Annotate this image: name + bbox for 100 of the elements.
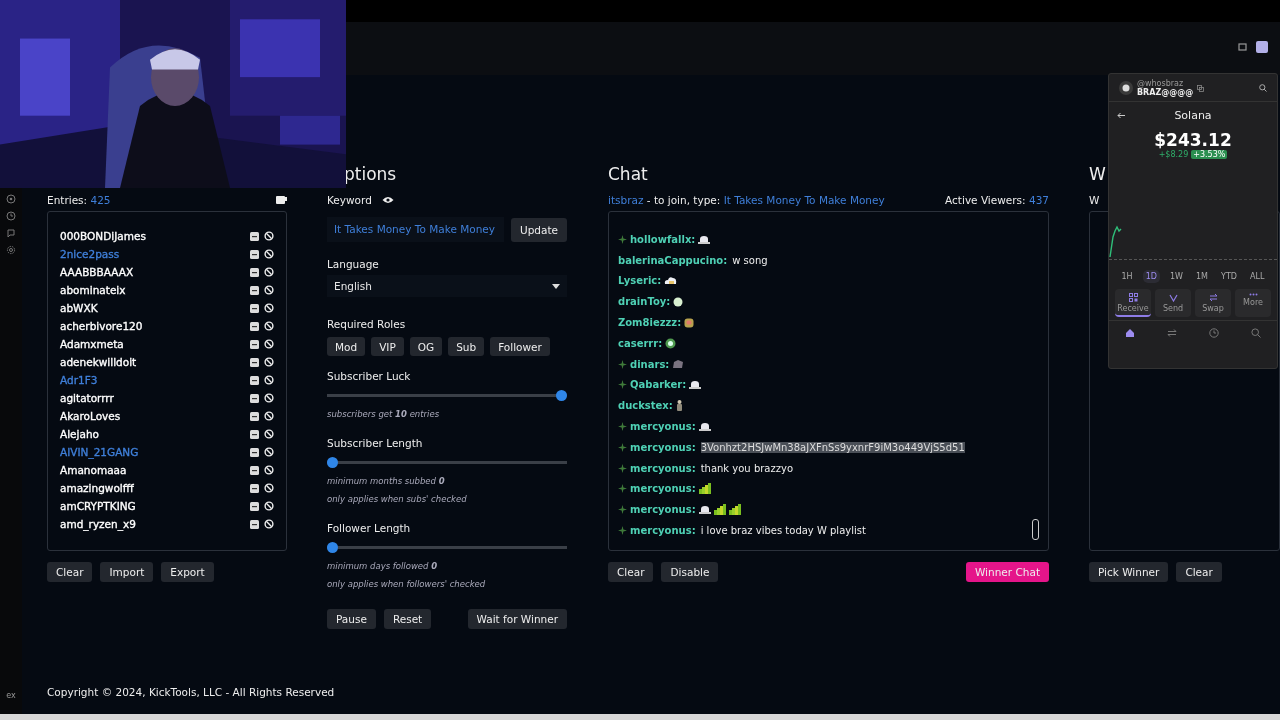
wallet-action[interactable]: More <box>1235 289 1271 317</box>
more-icon <box>1248 293 1258 296</box>
winner-button[interactable]: Pick Winner <box>1089 562 1169 582</box>
ban-icon[interactable] <box>264 267 274 277</box>
remove-icon[interactable] <box>250 393 259 403</box>
cup-icon[interactable] <box>276 196 287 204</box>
chat-button[interactable]: Clear <box>608 562 654 582</box>
slider-thumb[interactable] <box>327 542 338 553</box>
chat-button[interactable]: Disable <box>661 562 719 582</box>
window-icon[interactable] <box>1238 41 1248 52</box>
winner-chat-button[interactable]: Winner Chat <box>965 562 1049 582</box>
slider-label: Follower Length <box>327 522 412 534</box>
account-name: BRAZ@@@@ <box>1137 88 1194 97</box>
clock-icon[interactable] <box>6 211 16 221</box>
remove-icon[interactable] <box>250 267 259 277</box>
slider-thumb[interactable] <box>327 457 338 468</box>
entry-name: agitatorrrr <box>60 392 114 404</box>
remove-icon[interactable] <box>250 249 259 259</box>
entries-button[interactable]: Export <box>161 562 214 582</box>
keyword-field[interactable]: It Takes Money To Make Money <box>327 217 504 242</box>
entries-button[interactable]: Clear <box>47 562 93 582</box>
hat-emote <box>698 422 711 432</box>
range-tab[interactable]: 1M <box>1193 270 1211 283</box>
role-toggle[interactable]: Follower <box>490 337 550 356</box>
extension-icon[interactable] <box>1256 40 1268 53</box>
record-icon[interactable] <box>6 194 16 204</box>
search-icon[interactable] <box>1259 84 1267 92</box>
home-icon[interactable] <box>1125 328 1135 338</box>
remove-icon[interactable] <box>250 303 259 313</box>
back-arrow-icon[interactable] <box>1117 112 1125 119</box>
winner-button[interactable]: Clear <box>1176 562 1222 582</box>
clock-icon[interactable] <box>1209 328 1219 338</box>
role-toggle[interactable]: VIP <box>371 337 404 356</box>
ban-icon[interactable] <box>264 321 274 331</box>
remove-icon[interactable] <box>250 339 259 349</box>
range-tab[interactable]: 1W <box>1166 270 1186 283</box>
chat-username: dinars: <box>630 358 670 370</box>
update-button[interactable]: Update <box>510 217 567 242</box>
remove-icon[interactable] <box>250 411 259 421</box>
remove-icon[interactable] <box>250 429 259 439</box>
remove-icon[interactable] <box>250 465 259 475</box>
copy-icon[interactable] <box>1197 84 1205 92</box>
chat-username: caserrr: <box>618 337 663 349</box>
remove-icon[interactable] <box>250 501 259 511</box>
range-tab[interactable]: 1H <box>1118 270 1136 283</box>
language-label: Language <box>327 258 380 270</box>
sidebar-label: ex <box>6 691 16 700</box>
slider-hint: only applies when subs' checked <box>327 493 468 506</box>
chat-username: hollowfallx: <box>630 233 696 245</box>
settings-icon[interactable] <box>6 245 16 255</box>
remove-icon[interactable] <box>250 375 259 385</box>
wallet-action[interactable]: Receive <box>1115 289 1151 317</box>
language-select[interactable]: English <box>327 275 567 297</box>
range-tab[interactable]: 1D <box>1142 270 1160 283</box>
entry-name: Amanomaaa <box>60 464 127 476</box>
options-title: ptions <box>344 164 397 184</box>
eye-icon[interactable] <box>381 196 394 204</box>
range-tab[interactable]: ALL <box>1247 270 1268 283</box>
wait-button[interactable]: Wait for Winner <box>467 609 567 629</box>
remove-icon[interactable] <box>250 519 259 529</box>
ban-icon[interactable] <box>264 465 274 475</box>
ban-icon[interactable] <box>264 303 274 313</box>
entry-name: amazingwolfff <box>60 482 134 494</box>
entry-name: Adr1F3 <box>60 374 98 386</box>
scrollbar[interactable] <box>1032 519 1039 540</box>
role-toggle[interactable]: OG <box>409 337 443 356</box>
role-toggle[interactable]: Mod <box>327 337 366 356</box>
wallet-action[interactable]: Send <box>1155 289 1191 317</box>
remove-icon[interactable] <box>250 285 259 295</box>
ban-icon[interactable] <box>264 357 274 367</box>
range-tab[interactable]: YTD <box>1218 270 1240 283</box>
remove-icon[interactable] <box>250 231 259 241</box>
remove-icon[interactable] <box>250 483 259 493</box>
ban-icon[interactable] <box>264 231 274 241</box>
ban-icon[interactable] <box>264 375 274 385</box>
ban-icon[interactable] <box>264 339 274 349</box>
control-button[interactable]: Pause <box>327 609 376 629</box>
ban-icon[interactable] <box>264 447 274 457</box>
ban-icon[interactable] <box>264 519 274 529</box>
remove-icon[interactable] <box>250 357 259 367</box>
search-icon[interactable] <box>1251 328 1261 338</box>
role-toggle[interactable]: Sub <box>448 337 485 356</box>
dropdown-icon[interactable] <box>552 283 560 289</box>
remove-icon[interactable] <box>250 321 259 331</box>
swap-icon[interactable] <box>1167 328 1177 338</box>
ban-icon[interactable] <box>264 429 274 439</box>
ban-icon[interactable] <box>264 483 274 493</box>
remove-icon[interactable] <box>250 447 259 457</box>
chat-icon[interactable] <box>6 228 16 238</box>
entries-button[interactable]: Import <box>100 562 154 582</box>
wallet-action[interactable]: Swap <box>1195 289 1231 317</box>
control-button[interactable]: Reset <box>383 609 432 629</box>
slider-thumb[interactable] <box>556 390 567 401</box>
ban-icon[interactable] <box>264 249 274 259</box>
ban-icon[interactable] <box>264 411 274 421</box>
join-instructions: itsbraz - to join, type: It Takes Money To Make Money <box>608 194 885 206</box>
ban-icon[interactable] <box>264 393 274 403</box>
ban-icon[interactable] <box>264 285 274 295</box>
chat-username: mercyonus: <box>630 483 696 495</box>
ban-icon[interactable] <box>264 501 274 511</box>
